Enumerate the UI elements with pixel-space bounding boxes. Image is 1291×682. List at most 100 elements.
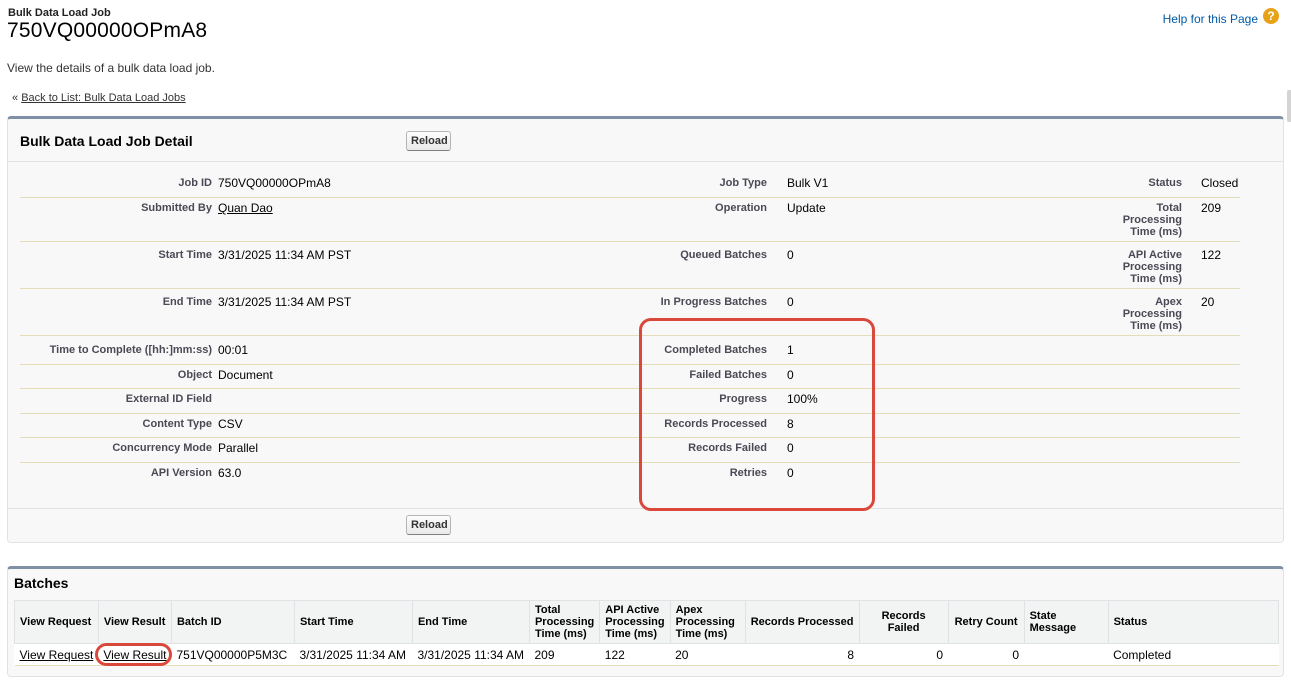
field-value-time-to-complete-hh-mm-ss: 00:01 bbox=[218, 343, 249, 357]
column-header-line: Records Processed bbox=[750, 616, 854, 628]
batches-table: View Request View Result Batch ID Start Tim… bbox=[14, 600, 1280, 666]
column-header-line: Apex bbox=[675, 604, 703, 616]
row-separator bbox=[638, 335, 1240, 336]
field-value-in-progress-batches: 0 bbox=[787, 295, 794, 309]
view-result-link[interactable]: View Result bbox=[103, 648, 166, 662]
field-value-completed-batches: 1 bbox=[787, 343, 794, 357]
retry-count-cell: 0 bbox=[948, 643, 1025, 666]
column-header-records-failed[interactable]: Records Failed bbox=[858, 600, 949, 644]
records-failed-cell: 0 bbox=[859, 643, 949, 666]
column-header-line: Status bbox=[1113, 616, 1148, 628]
field-value-progress: 100% bbox=[787, 392, 818, 406]
field-label-submitted-by: Submitted By bbox=[141, 202, 212, 214]
column-header-batch-id[interactable]: Batch ID bbox=[170, 600, 295, 644]
column-header-start-time[interactable]: Start Time bbox=[293, 600, 413, 644]
field-value-total-processing-time-ms: 209 bbox=[1201, 201, 1222, 215]
field-label-failed-batches: Failed Batches bbox=[689, 369, 767, 381]
records-processed-cell: 8 bbox=[745, 643, 860, 666]
detail-panel-header: Bulk Data Load Job Detail bbox=[20, 133, 193, 149]
field-label-start-time: Start Time bbox=[158, 249, 212, 261]
field-value-start-time: 3/31/2025 11:34 AM PST bbox=[218, 248, 352, 262]
column-header-retry-count[interactable]: Retry Count bbox=[947, 600, 1025, 644]
column-header-line: View Result bbox=[103, 616, 166, 628]
total-time-cell: 209 bbox=[529, 643, 600, 666]
row-separator bbox=[638, 462, 1240, 463]
field-label-concurrency-mode: Concurrency Mode bbox=[112, 442, 212, 454]
field-label-progress: Progress bbox=[719, 393, 767, 405]
field-label-time-to-complete-hh-mm-ss: Time to Complete ([hh:]mm:ss) bbox=[49, 344, 212, 356]
reload-button-bottom[interactable]: Reload bbox=[406, 515, 451, 535]
field-value-records-processed: 8 bbox=[787, 417, 794, 431]
row-separator bbox=[638, 364, 1240, 365]
row-separator bbox=[20, 437, 638, 438]
field-label-external-id-field: External ID Field bbox=[125, 393, 212, 405]
field-label-api-version: API Version bbox=[150, 467, 212, 479]
field-label-api-active-processing-time-ms: API Active Processing Time (ms) bbox=[1088, 249, 1182, 285]
back-to-list-link[interactable]: Back to List: Bulk Data Load Jobs bbox=[21, 92, 185, 104]
api-active-time-cell: 122 bbox=[599, 643, 671, 666]
field-label-retries: Retries bbox=[729, 467, 767, 479]
field-value-concurrency-mode: Parallel bbox=[218, 441, 259, 455]
column-header-line: Processing bbox=[675, 616, 735, 628]
column-header-view-result[interactable]: View Result bbox=[97, 600, 172, 644]
field-label-line: Processing bbox=[1122, 308, 1182, 320]
field-label-line: Processing bbox=[1122, 261, 1182, 273]
column-header-line: API Active bbox=[605, 604, 660, 616]
field-label-in-progress-batches: In Progress Batches bbox=[660, 296, 767, 308]
column-header-line: Time (ms) bbox=[534, 628, 587, 640]
job-detail-panel: Bulk Data Load Job Detail Reload Job ID 7… bbox=[7, 116, 1284, 543]
right-edge-tab[interactable] bbox=[1287, 90, 1291, 122]
row-separator bbox=[20, 388, 638, 389]
column-header-line: Time (ms) bbox=[605, 628, 658, 640]
view-request-link[interactable]: View Request bbox=[20, 648, 94, 662]
help-link[interactable]: Help for this Page bbox=[1163, 12, 1258, 26]
field-label-object: Object bbox=[177, 369, 212, 381]
column-header-status[interactable]: Status bbox=[1107, 600, 1280, 644]
field-value-records-failed: 0 bbox=[787, 441, 794, 455]
batches-header-row: View Request View Result Batch ID Start Tim… bbox=[14, 600, 1280, 644]
column-header-line: Records Failed bbox=[881, 610, 926, 634]
field-value-submitted-by: Quan Dao bbox=[218, 201, 418, 215]
column-header-line: Total bbox=[534, 604, 561, 616]
row-separator bbox=[638, 388, 1240, 389]
field-label-end-time: End Time bbox=[162, 296, 212, 308]
page-description: View the details of a bulk data load job… bbox=[7, 61, 215, 75]
batches-panel: Batches View Request View Result Batch ID S… bbox=[7, 566, 1284, 677]
column-header-line: End Time bbox=[417, 616, 468, 628]
help-icon[interactable]: ? bbox=[1263, 8, 1279, 24]
row-separator bbox=[20, 335, 638, 336]
reload-button-top[interactable]: Reload bbox=[406, 131, 451, 151]
column-header-end-time[interactable]: End Time bbox=[411, 600, 530, 644]
end-time-cell: 3/31/2025 11:34 AM bbox=[412, 643, 530, 666]
batches-header: Batches bbox=[14, 575, 69, 591]
column-header-api-active-processing-time-ms[interactable]: API Active Processing Time (ms) bbox=[599, 600, 671, 644]
field-value-content-type: CSV bbox=[218, 417, 243, 431]
field-label-records-processed: Records Processed bbox=[664, 418, 767, 430]
field-value-status: Closed bbox=[1201, 176, 1239, 190]
column-header-records-processed[interactable]: Records Processed bbox=[744, 600, 860, 644]
column-header-total-processing-time-ms[interactable]: Total Processing Time (ms) bbox=[528, 600, 601, 644]
field-value-api-active-processing-time-ms: 122 bbox=[1201, 248, 1222, 262]
field-label-line: Processing bbox=[1122, 214, 1182, 226]
detail-footer-separator bbox=[8, 508, 1283, 509]
detail-header-separator bbox=[8, 161, 1283, 162]
field-value-api-version: 63.0 bbox=[218, 466, 242, 480]
field-label-line: Total bbox=[1156, 202, 1182, 214]
column-header-state-message[interactable]: State Message bbox=[1023, 600, 1109, 644]
row-separator bbox=[20, 462, 638, 463]
submitted-by-link[interactable]: Quan Dao bbox=[218, 201, 273, 215]
column-header-view-request[interactable]: View Request bbox=[14, 600, 99, 644]
column-header-line: State Message bbox=[1029, 610, 1077, 634]
row-separator bbox=[638, 437, 1240, 438]
row-separator bbox=[20, 288, 638, 289]
field-label-total-processing-time-ms: Total Processing Time (ms) bbox=[1088, 202, 1182, 238]
field-label-line: Status bbox=[1148, 177, 1182, 189]
column-header-line: Start Time bbox=[299, 616, 354, 628]
column-header-line: Processing bbox=[605, 616, 665, 628]
column-header-apex-processing-time-ms[interactable]: Apex Processing Time (ms) bbox=[669, 600, 746, 644]
field-label-content-type: Content Type bbox=[142, 418, 212, 430]
field-value-job-type: Bulk V1 bbox=[787, 176, 829, 190]
row-separator bbox=[638, 241, 1240, 242]
back-arrow: « bbox=[12, 92, 19, 104]
field-label-queued-batches: Queued Batches bbox=[680, 249, 767, 261]
